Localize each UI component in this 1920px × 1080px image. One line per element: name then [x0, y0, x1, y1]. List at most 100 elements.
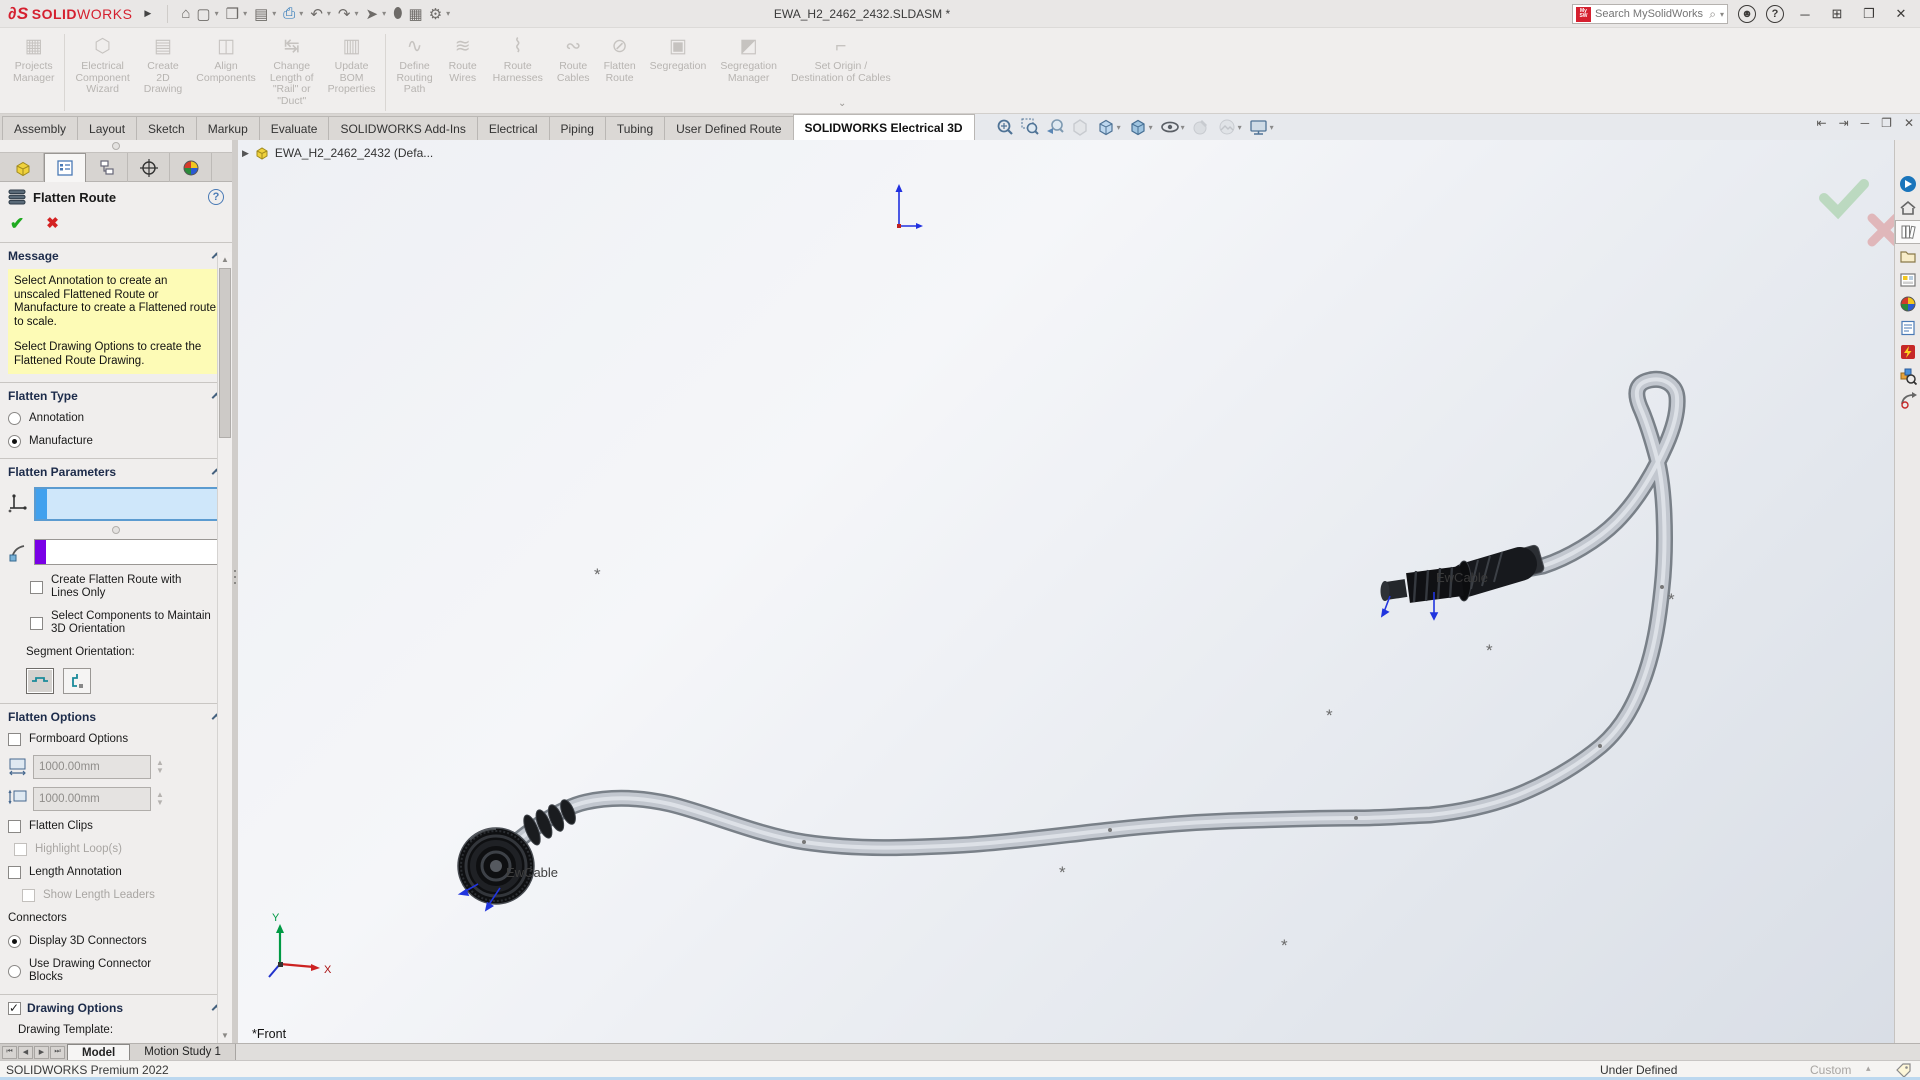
electrical-3d-tools-icon[interactable]	[1895, 364, 1920, 388]
fixed-point-selection-box[interactable]	[34, 487, 224, 521]
design-library-icon[interactable]	[1895, 220, 1920, 244]
selection-box-grip[interactable]	[112, 526, 120, 534]
menu-flyout-arrow[interactable]: ▶	[144, 8, 151, 19]
tile-windows-icon[interactable]: ⊞	[1826, 6, 1848, 22]
view-palette-icon[interactable]	[1895, 268, 1920, 292]
projects-manager-button[interactable]: ▦ProjectsManager	[6, 32, 61, 85]
print-icon[interactable]: ⎙	[280, 3, 298, 24]
flatten-clips-checkbox[interactable]	[8, 820, 21, 833]
drawing-options-checkbox[interactable]	[8, 1002, 21, 1015]
previous-view-icon[interactable]	[1046, 118, 1064, 136]
restore-icon[interactable]: ❐	[1858, 6, 1880, 22]
zoom-to-fit-icon[interactable]	[996, 118, 1014, 136]
options-gear-icon[interactable]: ⚙	[426, 3, 445, 25]
create-2d-drawing-button[interactable]: ▤Create2DDrawing	[137, 32, 190, 97]
tab-scroll-prev-icon[interactable]: ◀	[18, 1046, 33, 1059]
statusbar-custom[interactable]: Custom	[1810, 1063, 1851, 1077]
minimize-doc-icon[interactable]: ─	[1861, 116, 1870, 130]
tab-motion-study[interactable]: Motion Study 1	[130, 1044, 236, 1060]
tab-scroll-next-icon[interactable]: ▶	[34, 1046, 49, 1059]
cable-label-upper[interactable]: EwCable	[1436, 570, 1488, 585]
restore-doc-icon[interactable]: ❐	[1881, 116, 1892, 130]
board-height-field[interactable]	[33, 787, 151, 811]
flatten-type-header[interactable]: Flatten Type	[8, 389, 213, 403]
tab-electrical[interactable]: Electrical	[477, 116, 550, 140]
flatten-route-button[interactable]: ⊘FlattenRoute	[597, 32, 643, 85]
connector-circular[interactable]	[458, 798, 578, 910]
graphics-viewport[interactable]: ▶ EWA_H2_2462_2432 (Defa...	[238, 140, 1894, 1043]
define-routing-path-button[interactable]: ∿DefineRoutingPath	[389, 32, 439, 97]
search-dropdown-caret[interactable]: ▾	[1720, 10, 1724, 19]
tab-assembly[interactable]: Assembly	[2, 116, 78, 140]
scroll-up-icon[interactable]: ▲	[218, 252, 232, 267]
manufacture-radio[interactable]	[8, 435, 21, 448]
message-header[interactable]: Message	[8, 249, 213, 263]
view-settings-icon[interactable]: ▾	[1249, 118, 1274, 136]
segment-orientation-vertical-button[interactable]	[63, 668, 91, 694]
drawing-options-header[interactable]: Drawing Options	[27, 1001, 213, 1015]
route-cables-button[interactable]: ∾RouteCables	[550, 32, 597, 85]
confirm-cancel-watermark[interactable]	[1872, 218, 1894, 242]
appearances-scenes-icon[interactable]	[1895, 292, 1920, 316]
tab-solidworks-add-ins[interactable]: SOLIDWORKS Add-Ins	[328, 116, 477, 140]
file-properties-icon[interactable]: ▦	[406, 3, 426, 25]
help-icon[interactable]: ?	[1766, 5, 1784, 23]
zoom-to-area-icon[interactable]	[1021, 118, 1039, 136]
file-explorer-icon[interactable]	[1895, 244, 1920, 268]
tab-solidworks-electrical-3d[interactable]: SOLIDWORKS Electrical 3D	[793, 114, 975, 140]
tab-user-defined-route[interactable]: User Defined Route	[664, 116, 793, 140]
electrical-component-wizard-button[interactable]: ⬡ElectricalComponentWizard	[68, 32, 136, 97]
ok-button[interactable]: ✔	[10, 214, 24, 234]
tab-sketch[interactable]: Sketch	[136, 116, 197, 140]
tab-piping[interactable]: Piping	[549, 116, 606, 140]
route-harnesses-button[interactable]: ⌇RouteHarnesses	[486, 32, 550, 85]
hide-show-items-icon[interactable]: ▾	[1160, 118, 1185, 136]
maintain-3d-checkbox[interactable]	[30, 617, 43, 630]
route-wires-button[interactable]: ≋RouteWires	[440, 32, 486, 85]
scroll-down-icon[interactable]: ▼	[218, 1028, 232, 1043]
rebuild-icon[interactable]: ⬮	[390, 3, 405, 24]
flatten-options-header[interactable]: Flatten Options	[8, 710, 213, 724]
display-3d-connectors-radio[interactable]	[8, 935, 21, 948]
save-icon[interactable]: ▤	[251, 3, 271, 25]
panel-splitter-grip[interactable]	[112, 142, 120, 150]
segregation-button[interactable]: ▣Segregation	[643, 32, 714, 74]
annotation-radio[interactable]	[8, 412, 21, 425]
tab-model[interactable]: Model	[67, 1044, 130, 1060]
flatten-segment-selection-box[interactable]	[34, 539, 224, 565]
update-bom-properties-button[interactable]: ▥UpdateBOMProperties	[321, 32, 383, 97]
search-box[interactable]: MySW ⌕ ▾	[1572, 4, 1728, 24]
featuremanager-tree-icon[interactable]	[2, 153, 44, 182]
tab-evaluate[interactable]: Evaluate	[259, 116, 330, 140]
segment-orientation-horizontal-button[interactable]	[26, 668, 54, 694]
electrical-route-update-icon[interactable]	[1895, 388, 1920, 412]
select-cursor-icon[interactable]: ➤	[363, 3, 382, 25]
set-origin-destination-of-cables-button[interactable]: ⌐Set Origin /Destination of Cables	[784, 32, 898, 85]
3dexperience-icon[interactable]	[1895, 172, 1920, 196]
use-drawing-connector-blocks-radio[interactable]	[8, 965, 21, 978]
statusbar-custom-caret-icon[interactable]: ▴	[1866, 1063, 1871, 1074]
open-icon[interactable]: ❒	[223, 3, 242, 25]
view-orientation-icon[interactable]: ▾	[1096, 118, 1121, 136]
dock-right-icon[interactable]: ⇥	[1839, 116, 1849, 130]
solidworks-electrical-icon[interactable]	[1895, 340, 1920, 364]
flatten-parameters-header[interactable]: Flatten Parameters	[8, 465, 213, 479]
cable-label-lower[interactable]: EwCable	[506, 865, 558, 880]
align-components-button[interactable]: ◫AlignComponents	[189, 32, 263, 85]
dimxpertmanager-icon[interactable]	[128, 153, 170, 182]
confirm-check-watermark[interactable]	[1824, 184, 1864, 212]
tab-scroll-last-icon[interactable]: ⏭	[50, 1046, 65, 1059]
solidworks-resources-home-icon[interactable]	[1895, 196, 1920, 220]
display-style-icon[interactable]: ▾	[1128, 118, 1153, 136]
redo-icon[interactable]: ↷	[335, 3, 354, 25]
tab-scroll-first-icon[interactable]: ⏮	[2, 1046, 17, 1059]
cable-route[interactable]	[500, 379, 1677, 856]
segregation-manager-button[interactable]: ◩SegregationManager	[713, 32, 784, 85]
displaymanager-icon[interactable]	[170, 153, 212, 182]
search-input[interactable]	[1595, 8, 1705, 20]
propertymanager-icon[interactable]	[44, 153, 86, 182]
close-doc-icon[interactable]: ✕	[1904, 116, 1914, 130]
3d-scene[interactable]: EwCable	[238, 140, 1894, 1043]
custom-properties-icon[interactable]	[1895, 316, 1920, 340]
panel-scrollbar[interactable]: ▲ ▼	[217, 252, 232, 1043]
